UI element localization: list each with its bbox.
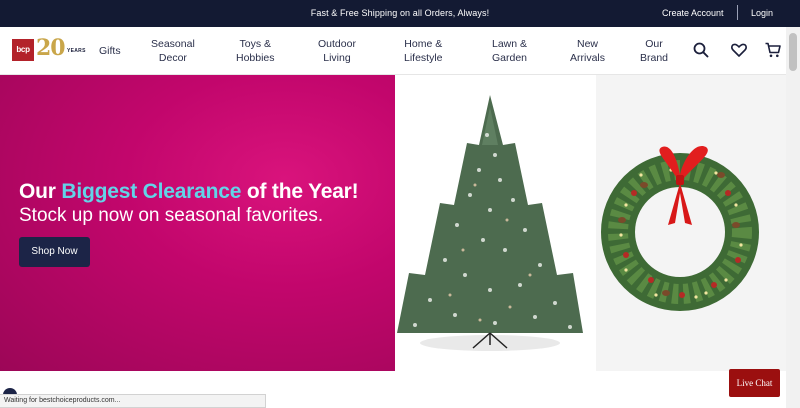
nav-label: Living	[323, 52, 351, 64]
nav-our-brand[interactable]: Our Brand	[640, 37, 668, 65]
hero-subheadline: Stock up now on seasonal favorites.	[19, 205, 324, 226]
headline-post: of the Year!	[241, 180, 359, 203]
nav-gifts[interactable]: Gifts	[99, 44, 121, 58]
christmas-tree-image[interactable]	[395, 75, 596, 371]
cart-icon[interactable]	[764, 41, 782, 59]
nav-label: Lawn &	[492, 38, 528, 50]
nav-label: Toys &	[239, 38, 272, 50]
logo-years-text: YEARS	[67, 48, 86, 54]
login-link[interactable]: Login	[751, 8, 773, 18]
nav-lawn-garden[interactable]: Lawn & Garden	[492, 37, 527, 65]
nav-label: Home &	[404, 38, 443, 50]
main-navbar: bcp 20 YEARS Gifts Seasonal Decor Toys &…	[0, 27, 786, 75]
nav-label: Gifts	[99, 45, 121, 57]
nav-label: Hobbies	[236, 52, 275, 64]
nav-outdoor-living[interactable]: Outdoor Living	[318, 37, 356, 65]
nav-label: Lifestyle	[404, 52, 443, 64]
browser-status-bar: Waiting for bestchoiceproducts.com...	[0, 394, 266, 408]
nav-seasonal-decor[interactable]: Seasonal Decor	[151, 37, 195, 65]
logo-anniversary-number: 20	[36, 35, 66, 61]
nav-label: Brand	[640, 52, 669, 64]
hero-banner: Our Biggest Clearance of the Year! Stock…	[0, 75, 395, 371]
nav-label: Outdoor	[318, 38, 356, 50]
nav-home-lifestyle[interactable]: Home & Lifestyle	[404, 37, 443, 65]
top-promo-bar: Fast & Free Shipping on all Orders, Alwa…	[0, 0, 800, 27]
wreath-image[interactable]	[596, 75, 786, 371]
nav-toys-hobbies[interactable]: Toys & Hobbies	[236, 37, 275, 65]
logo-badge: bcp	[12, 39, 34, 61]
nav-label: Decor	[158, 52, 187, 64]
headline-highlight: Biggest Clearance	[61, 180, 242, 203]
nav-label: Seasonal	[151, 38, 195, 50]
page-scrollbar[interactable]	[786, 27, 800, 408]
nav-label: Our	[645, 38, 663, 50]
scrollbar-thumb[interactable]	[789, 33, 797, 71]
shop-now-button[interactable]: Shop Now	[19, 237, 90, 267]
nav-label: New	[577, 38, 599, 50]
heart-icon[interactable]	[730, 41, 748, 59]
nav-new-arrivals[interactable]: New Arrivals	[570, 37, 605, 65]
divider	[737, 5, 738, 20]
nav-label: Garden	[492, 52, 528, 64]
search-icon[interactable]	[692, 41, 710, 59]
nav-label: Arrivals	[570, 52, 606, 64]
site-logo[interactable]: bcp 20 YEARS	[12, 35, 85, 64]
create-account-link[interactable]: Create Account	[662, 8, 724, 18]
headline-pre: Our	[19, 180, 62, 203]
hero-headline: Our Biggest Clearance of the Year!	[19, 180, 359, 204]
live-chat-button[interactable]: Live Chat	[729, 369, 780, 397]
